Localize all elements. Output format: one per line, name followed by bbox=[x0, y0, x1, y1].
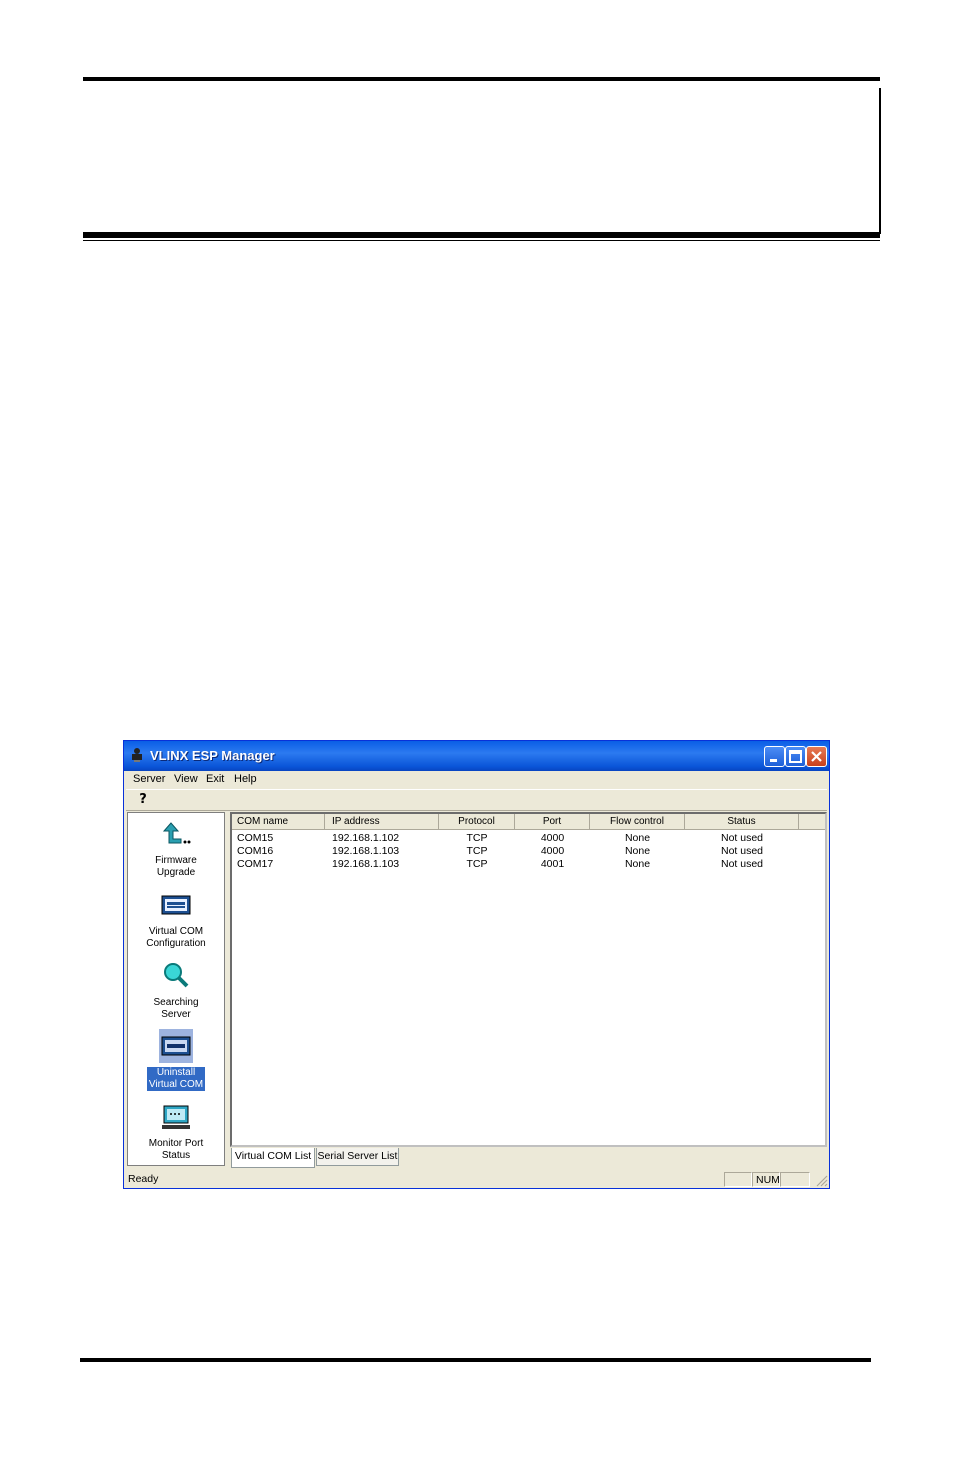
cell-protocol: TCP bbox=[466, 858, 488, 870]
cell-port: 4001 bbox=[540, 858, 565, 870]
column-header-filler bbox=[799, 814, 825, 830]
column-header-label: Status bbox=[727, 816, 756, 827]
window-title: VLINX ESP Manager bbox=[150, 748, 275, 763]
virtual-com-list[interactable]: COM name IP address Protocol Port Flow c… bbox=[230, 812, 827, 1147]
column-header-port[interactable]: Port bbox=[515, 814, 590, 830]
minimize-icon bbox=[770, 759, 777, 762]
nav-firmware-upgrade-label: Firmware Upgrade bbox=[155, 855, 197, 878]
header-right-rule bbox=[879, 88, 881, 234]
cell-flow-control: None bbox=[624, 858, 651, 870]
cell-status: Not used bbox=[720, 832, 764, 844]
cell-ip-address: 192.168.1.102 bbox=[332, 832, 400, 844]
nav-uninstall-virtual-com[interactable]: Uninstall Virtual COM bbox=[128, 1029, 224, 1091]
nav-virtual-com-configuration-label: Virtual COM Configuration bbox=[146, 926, 206, 949]
tab-virtual-com-list[interactable]: Virtual COM List bbox=[231, 1148, 315, 1168]
status-pane-scroll bbox=[780, 1172, 810, 1187]
column-header-com-name[interactable]: COM name bbox=[232, 814, 325, 830]
cell-protocol: TCP bbox=[466, 845, 488, 857]
title-bar[interactable]: VLINX ESP Manager bbox=[124, 741, 829, 771]
nav-monitor-port-status[interactable]: Monitor Port Status bbox=[128, 1100, 224, 1162]
cell-status: Not used bbox=[720, 845, 764, 857]
nav-uninstall-virtual-com-label: Uninstall Virtual COM bbox=[146, 1067, 206, 1091]
tab-serial-server-list[interactable]: Serial Server List bbox=[316, 1148, 399, 1166]
cell-ip-address: 192.168.1.103 bbox=[332, 845, 400, 857]
nav-monitor-port-status-label: Monitor Port Status bbox=[148, 1138, 204, 1161]
menu-exit[interactable]: Exit bbox=[206, 773, 224, 785]
toolbar: ? bbox=[126, 789, 827, 811]
firmware-upgrade-icon bbox=[162, 822, 191, 844]
cell-flow-control: None bbox=[624, 845, 651, 857]
monitor-icon bbox=[162, 1105, 190, 1129]
footer-rule bbox=[80, 1358, 871, 1362]
search-icon bbox=[164, 963, 189, 988]
maximize-button[interactable] bbox=[785, 746, 806, 767]
column-header-label: COM name bbox=[237, 816, 289, 827]
cell-com-name: COM15 bbox=[237, 832, 274, 844]
menu-server[interactable]: Server bbox=[133, 773, 165, 785]
nav-virtual-com-configuration[interactable]: Virtual COM Configuration bbox=[128, 888, 224, 950]
app-window: VLINX ESP Manager Server View Exit Help … bbox=[123, 740, 830, 1189]
shortcut-pane: Firmware Upgrade Virtual COM Configurati… bbox=[127, 812, 225, 1166]
column-header-label: Protocol bbox=[458, 816, 495, 827]
help-question-icon[interactable]: ? bbox=[134, 791, 152, 809]
status-bar: Ready NUM bbox=[124, 1171, 829, 1188]
cell-com-name: COM17 bbox=[237, 858, 274, 870]
header-top-rule bbox=[83, 77, 880, 81]
close-icon bbox=[811, 751, 822, 762]
nav-searching-server[interactable]: Searching Server bbox=[128, 959, 224, 1021]
menu-view[interactable]: View bbox=[174, 773, 198, 785]
status-pane-empty bbox=[724, 1172, 752, 1187]
column-header-label: IP address bbox=[332, 816, 380, 827]
minimize-button[interactable] bbox=[764, 746, 785, 767]
column-header-flow-control[interactable]: Flow control bbox=[590, 814, 685, 830]
close-button[interactable] bbox=[806, 746, 827, 767]
uninstall-icon bbox=[159, 1029, 193, 1063]
column-header-label: Flow control bbox=[610, 816, 664, 827]
cell-status: Not used bbox=[720, 858, 764, 870]
status-num-indicator: NUM bbox=[752, 1172, 780, 1187]
cell-com-name: COM16 bbox=[237, 845, 274, 857]
cell-port: 4000 bbox=[540, 832, 565, 844]
menu-help[interactable]: Help bbox=[234, 773, 257, 785]
cell-protocol: TCP bbox=[466, 832, 488, 844]
column-header-status[interactable]: Status bbox=[685, 814, 799, 830]
header-bottom-rule bbox=[83, 232, 880, 238]
nav-firmware-upgrade[interactable]: Firmware Upgrade bbox=[128, 817, 224, 879]
nav-searching-server-label: Searching Server bbox=[153, 997, 199, 1020]
cell-port: 4000 bbox=[540, 845, 565, 857]
cell-ip-address: 192.168.1.103 bbox=[332, 858, 400, 870]
menu-bar: Server View Exit Help bbox=[124, 771, 829, 789]
column-header-ip-address[interactable]: IP address bbox=[325, 814, 439, 830]
cell-flow-control: None bbox=[624, 832, 651, 844]
column-header-protocol[interactable]: Protocol bbox=[439, 814, 515, 830]
column-header-label: Port bbox=[542, 816, 562, 827]
header-bottom-rule-thin bbox=[83, 240, 880, 241]
app-icon bbox=[132, 748, 142, 762]
maximize-icon bbox=[789, 750, 802, 763]
status-text: Ready bbox=[128, 1173, 159, 1185]
resize-grip-icon[interactable] bbox=[815, 1174, 828, 1187]
virtual-com-icon bbox=[161, 895, 191, 915]
